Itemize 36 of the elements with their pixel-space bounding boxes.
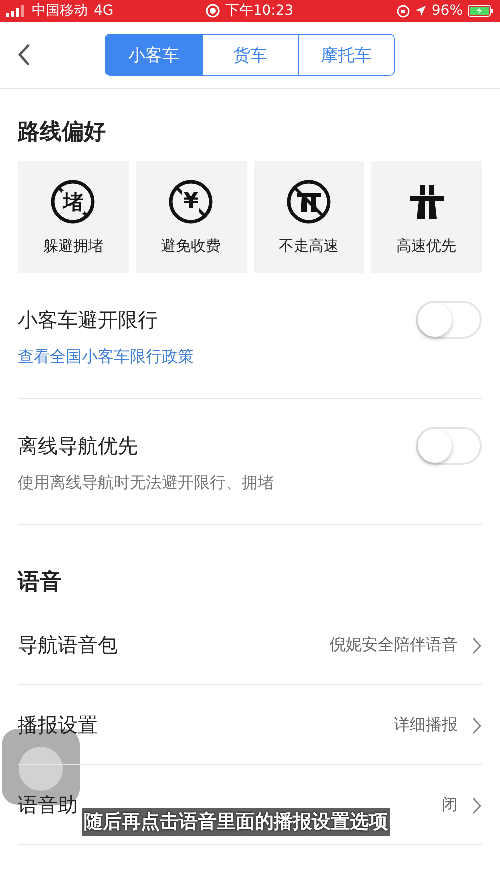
battery-icon xyxy=(468,5,494,17)
vehicle-tab[interactable]: 摩托车 xyxy=(298,35,394,75)
signal-icon xyxy=(6,5,26,17)
video-caption: 随后再点击语音里面的播报设置选项 xyxy=(82,808,390,836)
setting-note: 使用离线导航时无法避开限行、拥堵 xyxy=(18,473,274,492)
clock-time: 下午10:23 xyxy=(225,2,294,20)
policy-link[interactable]: 查看全国小客车限行政策 xyxy=(18,347,194,366)
setting-label: 小客车避开限行 xyxy=(18,306,158,334)
carrier-name: 中国移动 xyxy=(32,2,88,20)
icon-glyph: 堵 xyxy=(62,190,84,212)
section-title: 语音 xyxy=(18,568,63,597)
setting-value: 闭 xyxy=(442,795,458,816)
setting-label: 播报设置 xyxy=(18,712,99,739)
route-option[interactable]: ¥ 避免收费 xyxy=(136,161,246,273)
rotation-lock-icon xyxy=(396,4,410,18)
setting-label: 语音助 xyxy=(18,792,79,819)
section-title: 路线偏好 xyxy=(18,119,107,147)
vehicle-tab[interactable]: 小客车 xyxy=(106,35,202,75)
chevron-right-icon xyxy=(472,636,482,654)
no-highway-icon xyxy=(286,178,332,224)
chevron-right-icon xyxy=(472,796,482,814)
setting-label: 离线导航优先 xyxy=(18,432,138,460)
setting-value: 倪妮安全陪伴语音 xyxy=(330,635,458,656)
battery-percent: 96% xyxy=(432,3,464,19)
network-type: 4G xyxy=(94,3,114,19)
setting-label: 导航语音包 xyxy=(18,632,119,659)
route-option[interactable]: 堵 躲避拥堵 xyxy=(18,161,129,273)
setting-value: 详细播报 xyxy=(394,715,458,736)
toggle-switch[interactable] xyxy=(416,427,482,465)
record-icon xyxy=(206,4,220,18)
route-option[interactable]: 高速优先 xyxy=(371,161,482,273)
location-arrow-icon xyxy=(414,5,427,17)
chevron-right-icon xyxy=(472,716,482,734)
icon-glyph: ¥ xyxy=(182,190,200,214)
route-option[interactable]: 不走高速 xyxy=(254,161,364,273)
toggle-switch[interactable] xyxy=(416,301,482,339)
